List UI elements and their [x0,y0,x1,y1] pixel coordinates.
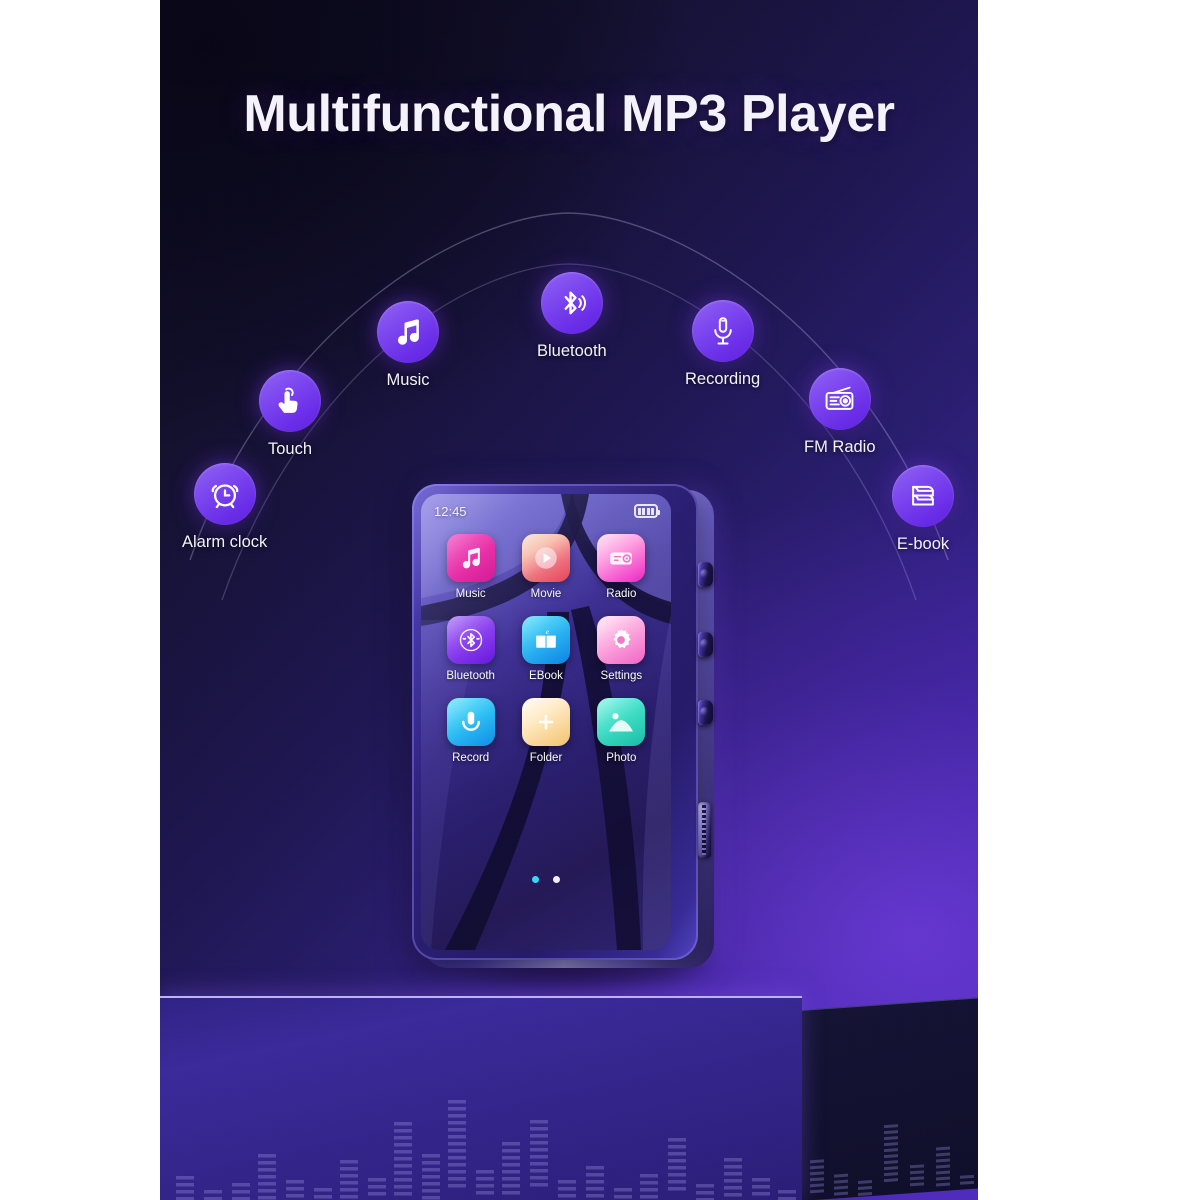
app-label: Music [455,588,486,600]
page-indicator-dots [421,876,671,883]
touch-hand-icon [259,370,321,432]
app-bluetooth[interactable]: Bluetooth [433,616,508,682]
volume-up-button[interactable] [698,562,713,587]
feature-recording: Recording [685,300,760,389]
app-label: Movie [530,588,562,600]
photo-icon[interactable] [597,698,646,746]
display-pedestal [160,988,978,1200]
app-ebook[interactable]: e EBook [508,616,583,682]
feature-ebook: E-book [892,465,954,554]
microphone-icon[interactable] [446,698,495,746]
battery-full-icon [634,504,660,518]
product-hero-canvas: Multifunctional MP3 Player Alarm clock T… [160,0,978,1200]
feature-touch: Touch [259,370,321,459]
equalizer-bars-side [810,1124,974,1196]
feature-music: Music [377,301,439,390]
svg-text:e: e [546,627,550,636]
left-white-margin [0,0,160,1200]
radio-icon[interactable] [597,534,646,582]
microphone-icon [691,300,754,362]
app-label: Bluetooth [446,670,495,682]
bluetooth-icon [540,272,603,334]
alarm-clock-icon [193,463,256,525]
volume-down-button[interactable] [698,632,713,657]
battery-bar [642,507,646,515]
feature-label: E-book [896,535,950,553]
feature-label: Alarm clock [182,533,268,551]
speaker-grille [698,802,711,858]
pedestal-front-face [160,996,802,1200]
battery-bar [637,507,641,515]
app-label: Record [452,752,490,764]
radio-icon [808,368,871,430]
feature-label: Bluetooth [537,342,607,360]
ebook-stack-icon [892,465,954,527]
app-label: Settings [600,670,643,682]
mp3-player-device: 12:45 Music Movie Radio Bluetooth e EBoo… [406,484,726,994]
play-circle-icon[interactable] [521,534,570,582]
app-radio[interactable]: Radio [584,534,659,600]
device-screen: 12:45 Music Movie Radio Bluetooth e EBoo… [421,494,671,950]
pedestal-side-face [800,997,978,1200]
battery-bar [646,507,650,515]
app-label: EBook [529,670,563,682]
feature-label: Recording [685,370,761,388]
right-white-margin [978,0,1200,1200]
app-label: Radio [606,588,637,600]
music-note-icon[interactable] [446,534,495,582]
bluetooth-icon[interactable] [446,616,495,664]
app-movie[interactable]: Movie [508,534,583,600]
app-label: Photo [606,752,637,764]
page-dot-active[interactable] [532,876,539,883]
status-clock: 12:45 [434,503,467,519]
feature-bluetooth: Bluetooth [537,272,607,361]
power-button[interactable] [698,700,713,725]
app-record[interactable]: Record [433,698,508,764]
app-settings[interactable]: Settings [584,616,659,682]
device-body: 12:45 Music Movie Radio Bluetooth e EBoo… [412,484,713,960]
feature-alarm-clock: Alarm clock [182,463,267,552]
page-title: Multifunctional MP3 Player [243,85,895,143]
open-book-icon[interactable]: e [521,616,570,664]
app-photo[interactable]: Photo [584,698,659,764]
feature-label: Music [386,371,430,389]
page-dot-inactive[interactable] [553,876,560,883]
folder-plus-icon[interactable] [521,698,570,746]
product-image-page: Multifunctional MP3 Player Alarm clock T… [0,0,1200,1200]
battery-bar [651,507,655,515]
feature-label: FM Radio [804,438,876,456]
app-grid: Music Movie Radio Bluetooth e EBook Sett… [421,534,671,764]
status-bar: 12:45 [421,494,671,528]
gear-icon[interactable] [597,616,646,664]
music-note-icon [377,301,439,363]
app-music[interactable]: Music [433,534,508,600]
equalizer-bars-front [176,1100,796,1200]
feature-fm-radio: FM Radio [804,368,876,457]
feature-label: Touch [267,440,313,458]
app-label: Folder [529,752,563,764]
app-folder[interactable]: Folder [508,698,583,764]
